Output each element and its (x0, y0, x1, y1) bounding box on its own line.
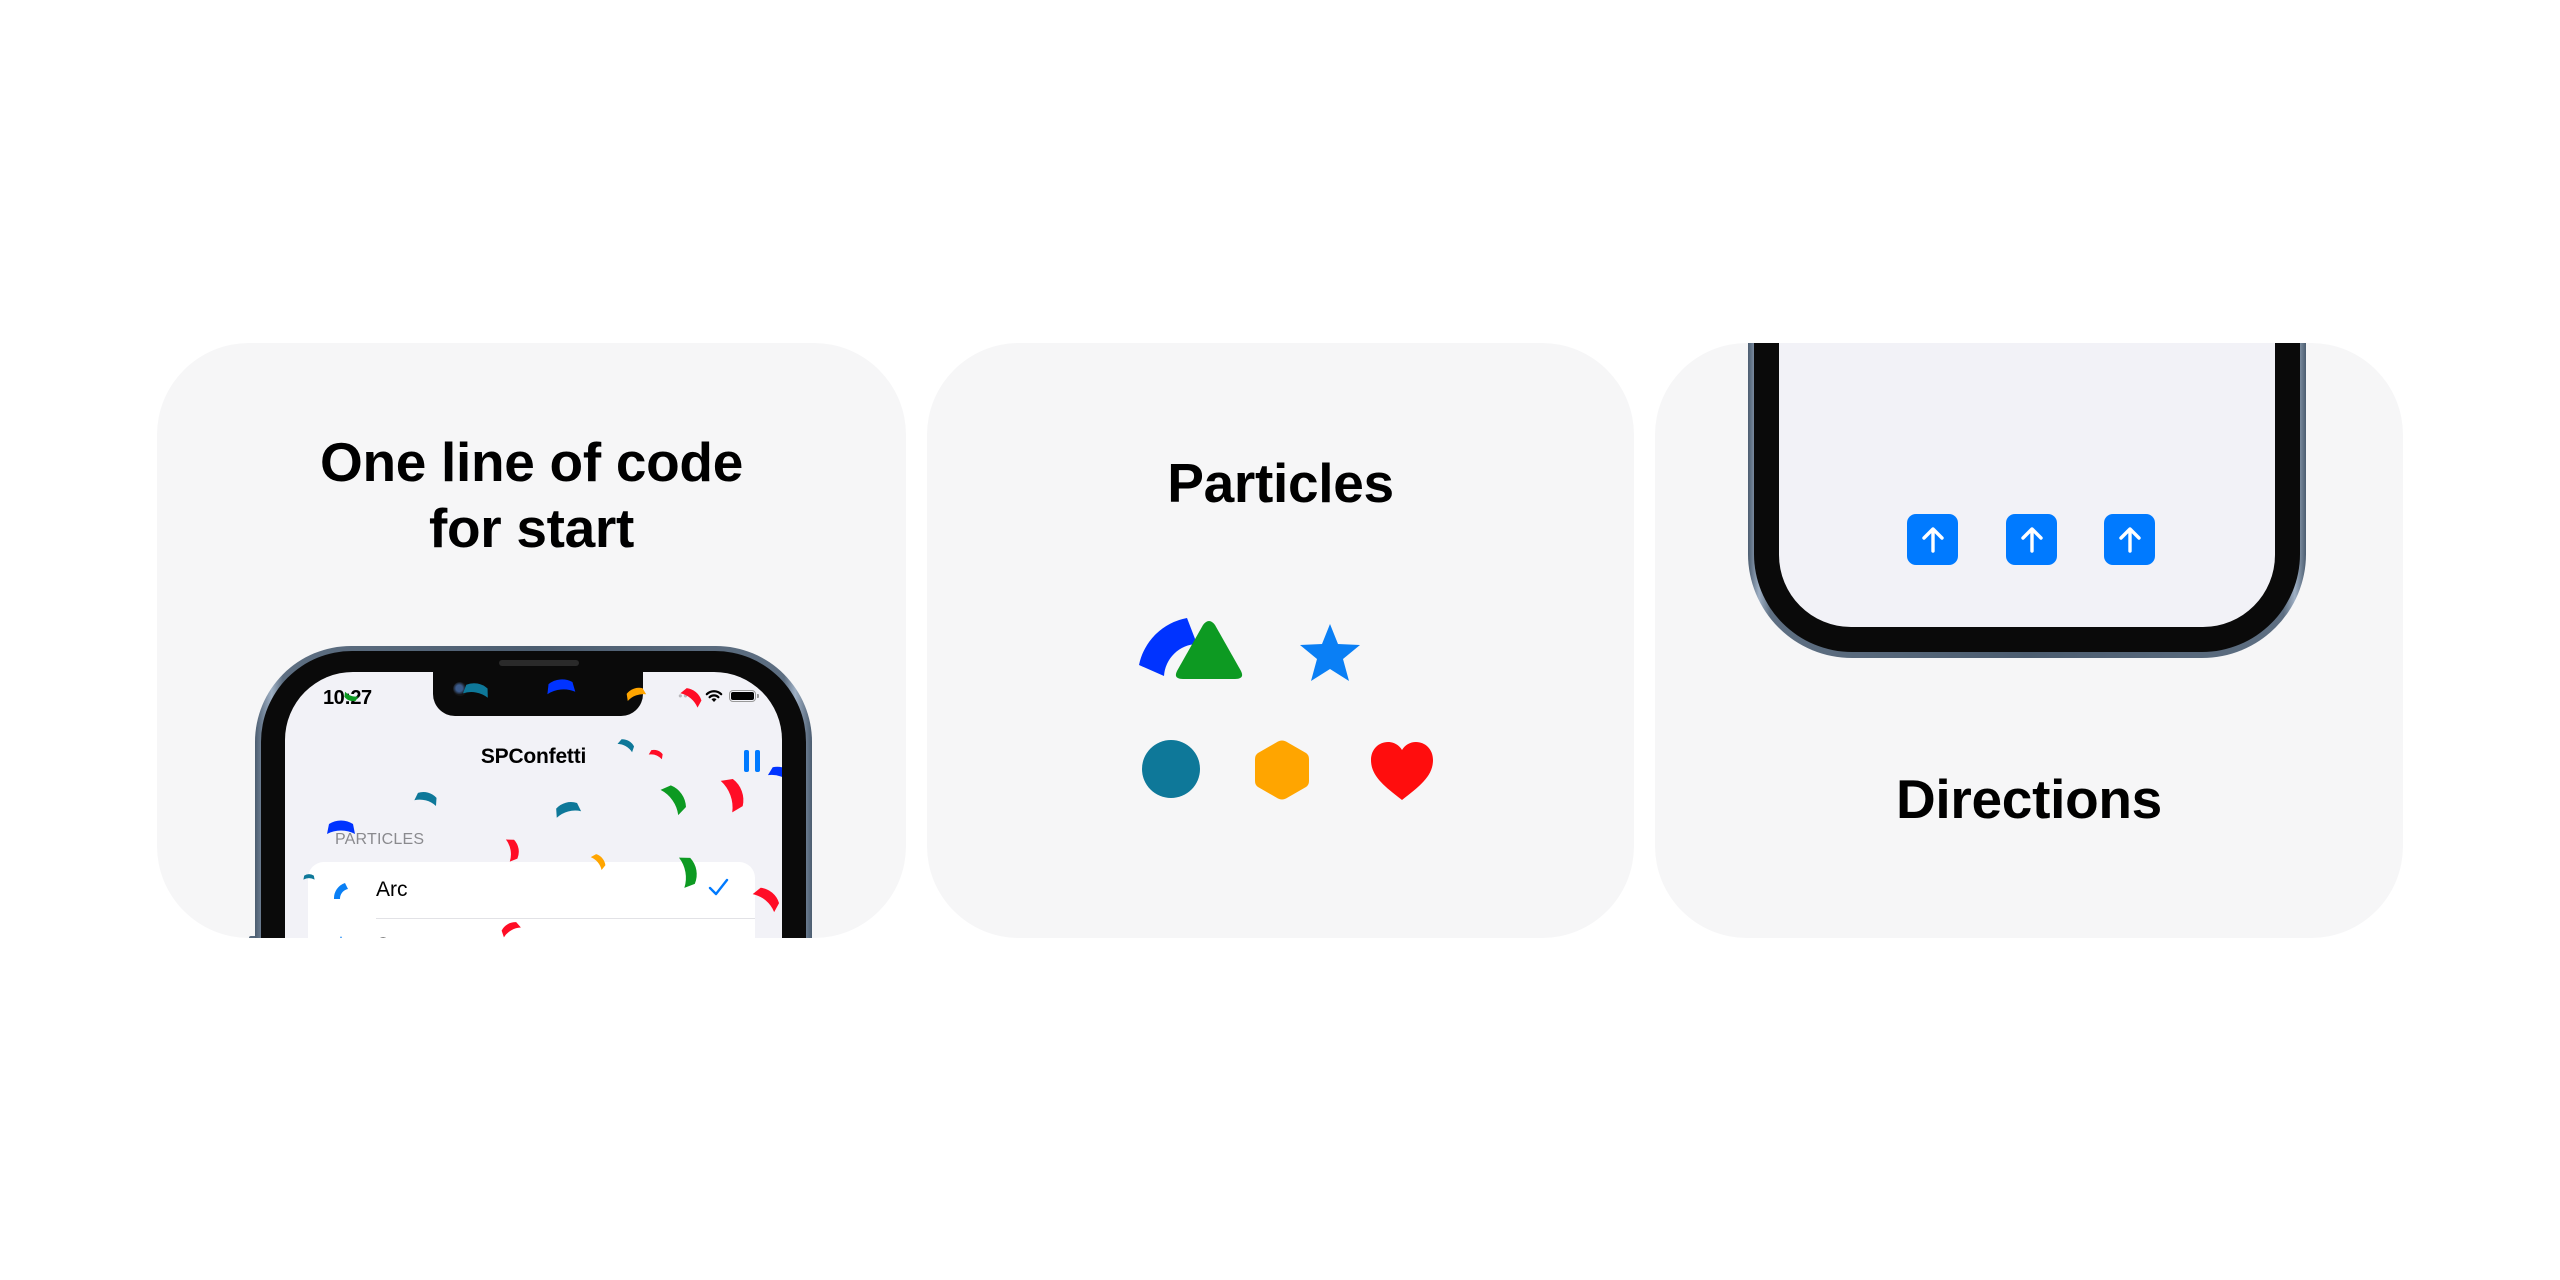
cellular-signal-icon: •••• (678, 689, 699, 703)
direction-up-button[interactable] (1907, 514, 1958, 565)
pause-icon-bar (755, 750, 760, 772)
status-icons: •••• (678, 689, 759, 703)
list-row-label: S (376, 934, 390, 938)
checkmark-icon (708, 878, 729, 896)
battery-icon (729, 690, 759, 702)
confetti-piece (414, 792, 437, 806)
phone-mockup: 10:27 •••• SPConfetti PARTICLES Arc (249, 646, 812, 938)
nav-title: SPConfetti (480, 745, 587, 768)
arc-confetti-icon (333, 883, 348, 899)
feature-card-one-line: One line of code for start 10:27 •••• SP… (157, 343, 906, 938)
card-title: Directions (1896, 768, 2162, 830)
phone-notch (433, 672, 643, 716)
camera-icon (453, 682, 467, 696)
phone-bezel: 10:27 •••• SPConfetti PARTICLES Arc (261, 651, 806, 938)
phone-screen: 10:27 •••• SPConfetti PARTICLES Arc (285, 672, 782, 938)
arrow-up-icon (2020, 526, 2043, 553)
arrow-up-icon (2118, 526, 2141, 553)
status-time: 10:27 (323, 687, 372, 709)
direction-up-button[interactable] (2104, 514, 2155, 565)
card-title: Particles (1167, 452, 1394, 514)
particles-list: Arc S (308, 862, 755, 938)
star-confetti-icon (340, 936, 342, 938)
pause-button[interactable] (744, 750, 760, 772)
confetti-piece (720, 779, 744, 813)
phone-side-button (249, 936, 255, 938)
feature-card-directions: Directions (1655, 343, 2403, 938)
confetti-piece (752, 887, 780, 913)
triangle-particle-icon (1175, 621, 1243, 679)
list-row-arc[interactable]: Arc (308, 862, 755, 919)
phone-screen (1779, 343, 2275, 627)
hexagon-particle-icon (1255, 740, 1309, 800)
pause-icon-bar (744, 750, 749, 772)
direction-up-button[interactable] (2006, 514, 2057, 565)
arrow-up-icon (1921, 526, 1944, 553)
phone-speaker (499, 660, 579, 666)
confetti-piece (556, 802, 582, 818)
star-particle-icon (1300, 624, 1360, 681)
section-header: PARTICLES (335, 831, 425, 848)
card-title-line-2: for start (428, 497, 635, 559)
phone-mockup (1748, 343, 2306, 658)
circle-particle-icon (1142, 740, 1200, 798)
confetti-piece (660, 785, 686, 816)
feature-card-particles: Particles (927, 343, 1634, 938)
wifi-icon (705, 690, 723, 702)
list-row-label: Arc (376, 878, 408, 901)
card-title: One line of code for start (157, 429, 906, 561)
list-row-star[interactable]: S (308, 918, 755, 938)
phone-bezel (1754, 343, 2300, 652)
confetti-piece (505, 839, 519, 862)
heart-particle-icon (1371, 742, 1433, 800)
card-title-line-1: One line of code (319, 431, 744, 493)
